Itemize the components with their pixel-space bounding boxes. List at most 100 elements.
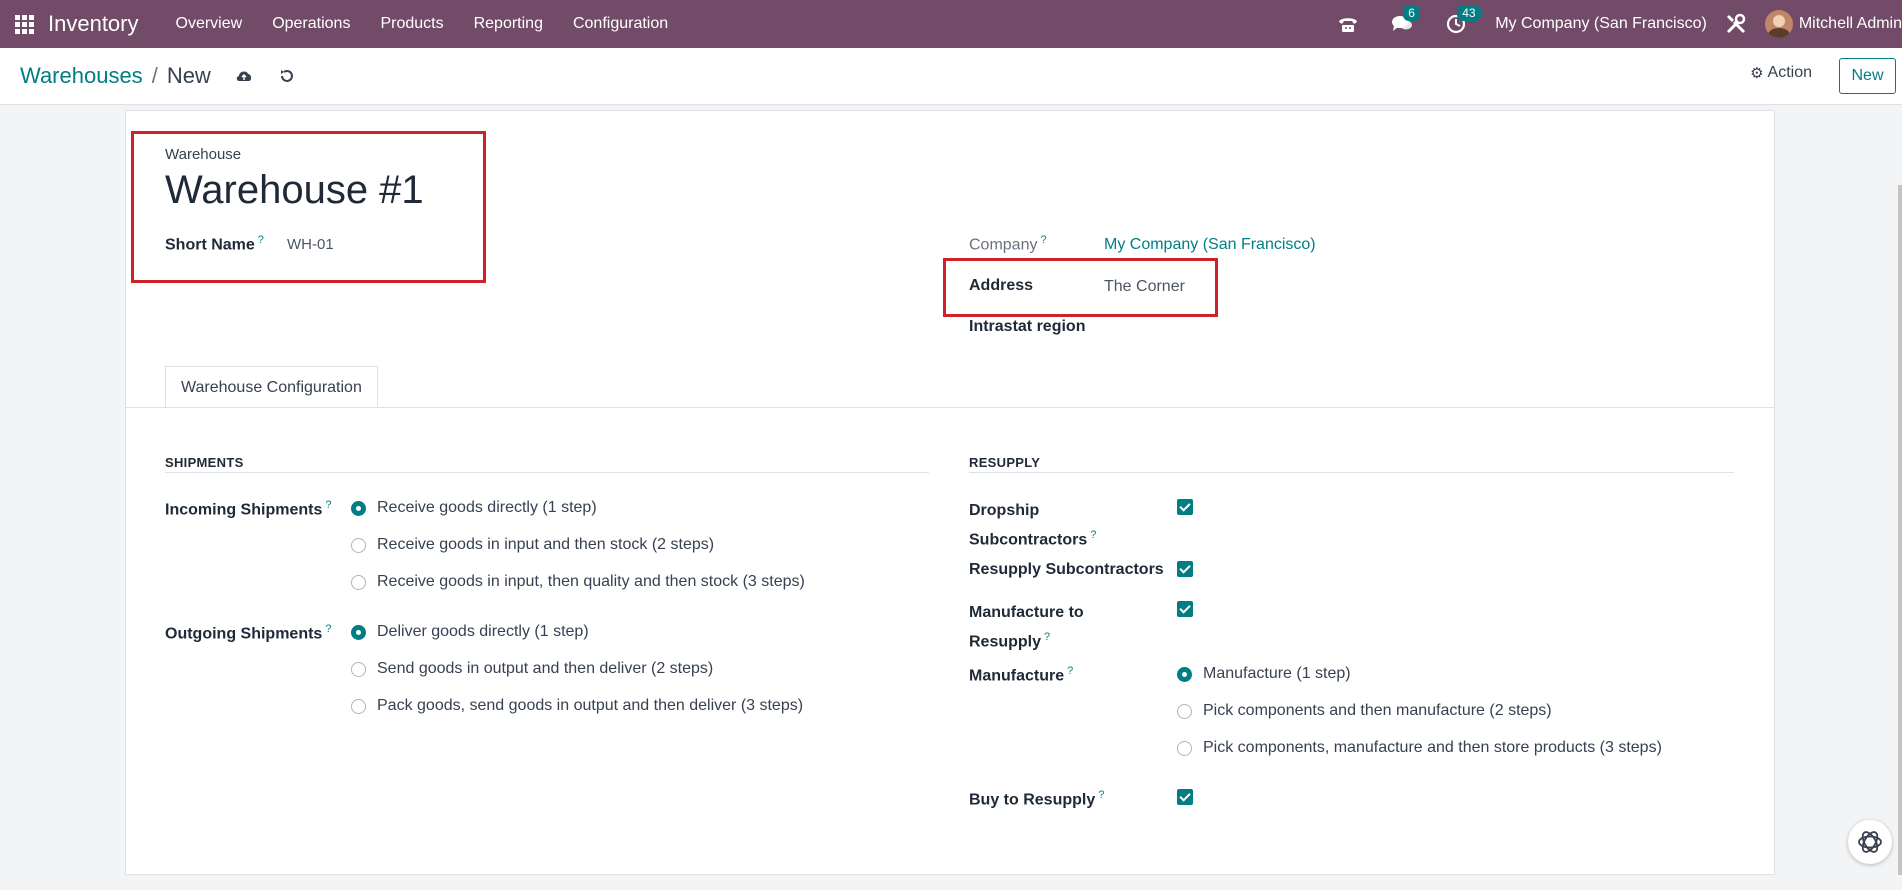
radio-selected[interactable]: [351, 624, 366, 640]
tab-warehouse-configuration[interactable]: Warehouse Configuration: [165, 366, 378, 408]
debug-tools-icon[interactable]: [1723, 11, 1749, 37]
incoming-option-2[interactable]: Receive goods in input and then stock (2…: [351, 536, 714, 554]
buy-to-resupply-label-text: Buy to Resupply: [969, 791, 1096, 809]
radio-unselected[interactable]: [351, 698, 366, 714]
incoming-shipments-label-text: Incoming Shipments: [165, 501, 323, 519]
resupply-section-title: RESUPPLY: [969, 455, 1041, 470]
menu-operations[interactable]: Operations: [272, 15, 350, 33]
activities-clock-icon[interactable]: 43: [1443, 5, 1481, 37]
radio-unselected[interactable]: [351, 661, 366, 677]
assistant-knot-icon[interactable]: [1848, 820, 1892, 864]
dropship-subcontractors-label: Dropship Subcontractors?: [969, 499, 1096, 552]
mto-line1: Manufacture to: [969, 604, 1084, 621]
radio-unselected[interactable]: [1177, 703, 1192, 719]
shipments-divider: [165, 472, 929, 473]
discard-icon[interactable]: [279, 68, 295, 84]
radio-unselected[interactable]: [351, 574, 366, 590]
manufacture-label: Manufacture?: [969, 665, 1073, 685]
manufacture-to-resupply-label: Manufacture to Resupply?: [969, 601, 1084, 654]
resupply-subcontractors-label: Resupply Subcontractors: [969, 561, 1164, 578]
outgoing-shipments-label: Outgoing Shipments?: [165, 623, 331, 643]
gear-icon: ⚙: [1750, 65, 1764, 82]
menu-configuration[interactable]: Configuration: [573, 15, 668, 33]
radio-selected[interactable]: [351, 500, 366, 516]
outgoing-option-1-label: Deliver goods directly (1 step): [377, 623, 589, 640]
company-label-text: Company: [969, 236, 1038, 254]
radio-unselected[interactable]: [351, 537, 366, 553]
short-name-label: Short Name?: [165, 234, 264, 254]
incoming-shipments-label: Incoming Shipments?: [165, 499, 331, 519]
outgoing-option-1[interactable]: Deliver goods directly (1 step): [351, 623, 589, 641]
buy-help[interactable]: ?: [1098, 789, 1104, 801]
manufacture-option-3-label: Pick components, manufacture and then st…: [1203, 739, 1662, 756]
address-label: Address: [969, 277, 1034, 294]
outgoing-option-2[interactable]: Send goods in output and then deliver (2…: [351, 660, 713, 678]
manufacture-option-3[interactable]: Pick components, manufacture and then st…: [1177, 739, 1662, 757]
action-label: Action: [1767, 64, 1812, 81]
dropship-subcontractors-checkbox[interactable]: [1177, 499, 1193, 515]
menu-products[interactable]: Products: [380, 15, 443, 33]
buy-to-resupply-label: Buy to Resupply?: [969, 789, 1104, 809]
buy-to-resupply-checkbox[interactable]: [1177, 789, 1193, 805]
save-cloud-icon[interactable]: [235, 68, 253, 84]
shipments-section-title: SHIPMENTS: [165, 455, 244, 470]
manufacture-option-1[interactable]: Manufacture (1 step): [1177, 665, 1351, 683]
page-scrollbar[interactable]: [1898, 185, 1902, 875]
resupply-divider: [969, 472, 1734, 473]
radio-selected[interactable]: [1177, 666, 1192, 682]
breadcrumb-current: New: [166, 63, 211, 88]
manufacture-to-resupply-checkbox[interactable]: [1177, 601, 1193, 617]
user-name[interactable]: Mitchell Admin: [1799, 15, 1902, 33]
warehouse-name-input[interactable]: Warehouse #1: [165, 168, 424, 213]
user-avatar[interactable]: [1764, 10, 1793, 38]
mto-line2: Resupply: [969, 633, 1042, 651]
incoming-option-2-label: Receive goods in input and then stock (2…: [377, 536, 715, 553]
incoming-option-3[interactable]: Receive goods in input, then quality and…: [351, 573, 805, 591]
radio-unselected[interactable]: [1177, 740, 1192, 756]
breadcrumb-separator: /: [151, 63, 158, 88]
intrastat-region-label: Intrastat region: [969, 318, 1086, 335]
incoming-option-3-label: Receive goods in input, then quality and…: [377, 573, 805, 590]
address-field[interactable]: The Corner: [1104, 278, 1185, 296]
control-panel: Warehouses / New ⚙ Action New: [0, 48, 1902, 105]
activities-badge: 43: [1457, 5, 1481, 21]
company-label: Company?: [969, 234, 1047, 254]
mto-help[interactable]: ?: [1044, 631, 1050, 643]
app-name[interactable]: Inventory: [48, 11, 139, 37]
dropship-help[interactable]: ?: [1090, 529, 1096, 541]
breadcrumb: Warehouses / New: [20, 63, 211, 89]
incoming-help[interactable]: ?: [325, 499, 331, 511]
tab-divider: [126, 407, 1774, 408]
short-name-help[interactable]: ?: [258, 234, 264, 246]
short-name-input[interactable]: WH-01: [287, 236, 334, 253]
outgoing-option-3-label: Pack goods, send goods in output and the…: [377, 697, 804, 714]
incoming-option-1-label: Receive goods directly (1 step): [377, 499, 597, 516]
menu-reporting[interactable]: Reporting: [474, 15, 543, 33]
warehouse-label: Warehouse: [165, 146, 242, 163]
resupply-subcontractors-checkbox[interactable]: [1177, 561, 1193, 577]
outgoing-shipments-label-text: Outgoing Shipments: [165, 625, 323, 643]
manufacture-option-1-label: Manufacture (1 step): [1203, 665, 1351, 682]
manufacture-label-text: Manufacture: [969, 667, 1065, 685]
apps-menu-icon[interactable]: [0, 0, 48, 48]
dropship-line1: Dropship: [969, 502, 1040, 519]
manufacture-help[interactable]: ?: [1067, 665, 1073, 677]
manufacture-option-2-label: Pick components and then manufacture (2 …: [1203, 702, 1552, 719]
menu-overview[interactable]: Overview: [176, 15, 243, 33]
dropship-line2: Subcontractors: [969, 531, 1088, 549]
company-help[interactable]: ?: [1040, 234, 1046, 246]
outgoing-help[interactable]: ?: [325, 623, 331, 635]
incoming-option-1[interactable]: Receive goods directly (1 step): [351, 499, 597, 517]
action-button[interactable]: ⚙ Action: [1750, 64, 1812, 82]
messages-badge: 6: [1403, 5, 1420, 21]
new-button[interactable]: New: [1839, 58, 1896, 94]
company-field[interactable]: My Company (San Francisco): [1104, 236, 1316, 254]
breadcrumb-warehouses[interactable]: Warehouses: [20, 63, 143, 89]
messages-icon[interactable]: 6: [1389, 5, 1420, 37]
short-name-label-text: Short Name: [165, 236, 255, 254]
outgoing-option-2-label: Send goods in output and then deliver (2…: [377, 660, 714, 677]
company-switcher[interactable]: My Company (San Francisco): [1495, 15, 1707, 33]
manufacture-option-2[interactable]: Pick components and then manufacture (2 …: [1177, 702, 1552, 720]
phone-icon[interactable]: [1335, 11, 1361, 37]
outgoing-option-3[interactable]: Pack goods, send goods in output and the…: [351, 697, 803, 715]
